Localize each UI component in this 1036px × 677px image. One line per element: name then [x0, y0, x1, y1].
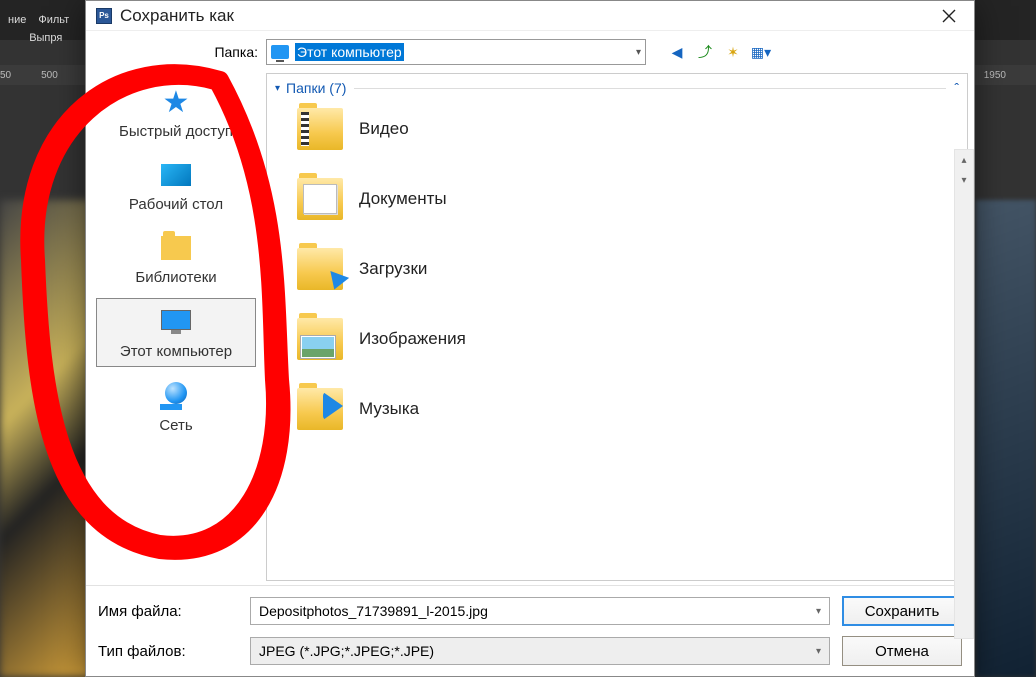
folder-grid: Видео Документы Загрузки Изображения Музыка — [267, 102, 967, 440]
folder-item[interactable]: Музыка — [297, 388, 957, 430]
close-icon — [942, 9, 956, 23]
globe-icon — [160, 382, 192, 410]
folder-item[interactable]: Документы — [297, 178, 957, 220]
folder-name: Документы — [359, 189, 447, 209]
filename-value: Depositphotos_71739891_l-2015.jpg — [259, 603, 488, 619]
folder-item[interactable]: Изображения — [297, 318, 957, 360]
place-this-pc[interactable]: Этот компьютер — [96, 298, 256, 367]
folder-combobox[interactable]: Этот компьютер ▾ — [266, 39, 646, 65]
scroll-up-icon[interactable]: ▴ — [955, 150, 973, 170]
photo-overlay-icon — [301, 336, 335, 358]
file-listing: ▾ Папки (7) ˆ Видео Документы Загрузки Изоб… — [266, 73, 968, 581]
new-folder-icon[interactable]: ✶ — [724, 43, 742, 61]
folder-name: Изображения — [359, 329, 466, 349]
filetype-combobox[interactable]: JPEG (*.JPG;*.JPEG;*.JPE) ▾ — [250, 637, 830, 665]
photoshop-icon: Ps — [96, 8, 112, 24]
dialog-main: ★ Быстрый доступ Рабочий стол Библиотеки… — [86, 69, 974, 585]
view-menu-icon[interactable]: ▦▾ — [752, 43, 770, 61]
chevron-down-icon: ▾ — [636, 47, 641, 58]
star-icon: ★ — [163, 85, 190, 120]
folder-item[interactable]: Загрузки — [297, 248, 957, 290]
filename-combobox[interactable]: Depositphotos_71739891_l-2015.jpg ▾ — [250, 597, 830, 625]
folder-icon — [297, 178, 343, 220]
libraries-icon — [161, 236, 191, 260]
folder-item[interactable]: Видео — [297, 108, 957, 150]
folder-name: Музыка — [359, 399, 419, 419]
folder-selected-value: Этот компьютер — [295, 43, 404, 61]
desktop-icon — [161, 164, 191, 186]
place-desktop[interactable]: Рабочий стол — [96, 152, 256, 219]
folder-icon — [297, 388, 343, 430]
back-icon[interactable]: ◀ — [668, 43, 686, 61]
up-icon[interactable]: ⤴ — [696, 43, 714, 61]
folder-row: Папка: Этот компьютер ▾ ◀ ⤴ ✶ ▦▾ — [86, 31, 974, 69]
collapse-caret-icon[interactable]: ˆ — [954, 80, 959, 96]
folder-icon — [297, 318, 343, 360]
film-overlay-icon — [301, 112, 309, 146]
scrollbar[interactable]: ▴ ▾ — [954, 149, 974, 639]
host-app-canvas-right — [976, 200, 1036, 677]
cancel-button[interactable]: Отмена — [842, 636, 962, 666]
save-button[interactable]: Сохранить — [842, 596, 962, 626]
place-libraries[interactable]: Библиотеки — [96, 225, 256, 292]
places-bar: ★ Быстрый доступ Рабочий стол Библиотеки… — [86, 69, 266, 585]
filetype-label: Тип файлов: — [98, 643, 238, 660]
chevron-down-icon: ▾ — [275, 83, 280, 94]
filename-label: Имя файла: — [98, 603, 238, 620]
chevron-down-icon: ▾ — [816, 606, 821, 617]
folder-icon — [297, 248, 343, 290]
group-header-folders[interactable]: ▾ Папки (7) ˆ — [267, 74, 967, 102]
folder-label: Папка: — [98, 44, 258, 60]
host-app-canvas-left — [0, 200, 90, 677]
place-network[interactable]: Сеть — [96, 373, 256, 440]
scroll-down-icon[interactable]: ▾ — [955, 170, 973, 190]
folder-name: Видео — [359, 119, 409, 139]
folder-icon — [297, 108, 343, 150]
dialog-title: Сохранить как — [120, 6, 234, 26]
filetype-value: JPEG (*.JPG;*.JPEG;*.JPE) — [259, 643, 434, 659]
folder-name: Загрузки — [359, 259, 427, 279]
save-as-dialog: Ps Сохранить как Папка: Этот компьютер ▾… — [85, 0, 975, 677]
note-overlay-icon — [323, 392, 343, 420]
doc-overlay-icon — [303, 184, 337, 214]
titlebar: Ps Сохранить как — [86, 1, 974, 31]
close-button[interactable] — [934, 6, 964, 26]
dialog-bottom: Имя файла: Depositphotos_71739891_l-2015… — [86, 585, 974, 676]
place-quick-access[interactable]: ★ Быстрый доступ — [96, 79, 256, 146]
pc-icon — [161, 310, 191, 334]
monitor-icon — [271, 45, 289, 59]
nav-icons: ◀ ⤴ ✶ ▦▾ — [668, 43, 770, 61]
chevron-down-icon: ▾ — [816, 646, 821, 657]
